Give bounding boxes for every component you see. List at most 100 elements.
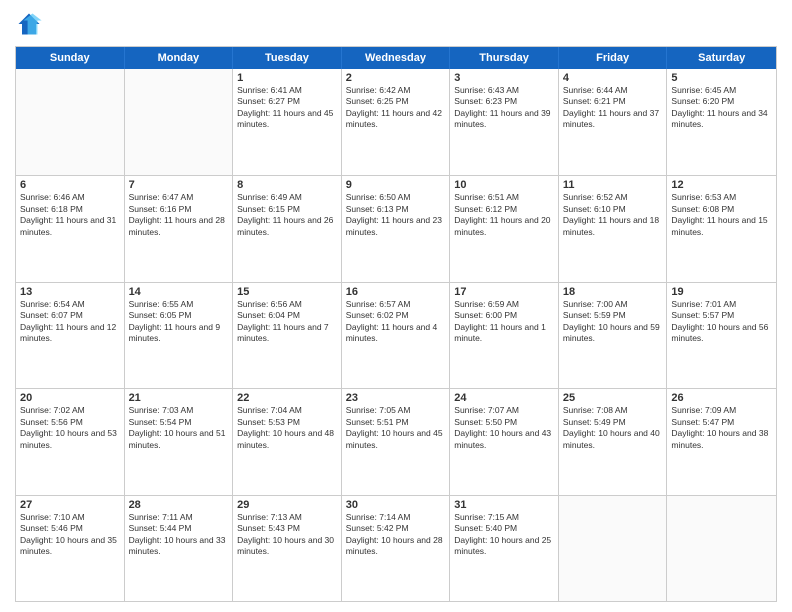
day-number: 25 <box>563 392 663 404</box>
day-number: 10 <box>454 179 554 191</box>
cell-info: Sunrise: 6:51 AM Sunset: 6:12 PM Dayligh… <box>454 192 554 238</box>
calendar-cell: 1Sunrise: 6:41 AM Sunset: 6:27 PM Daylig… <box>233 69 342 175</box>
calendar-row: 20Sunrise: 7:02 AM Sunset: 5:56 PM Dayli… <box>16 388 776 494</box>
day-number: 17 <box>454 286 554 298</box>
calendar-row: 1Sunrise: 6:41 AM Sunset: 6:27 PM Daylig… <box>16 69 776 175</box>
calendar-header: SundayMondayTuesdayWednesdayThursdayFrid… <box>16 47 776 69</box>
day-number: 16 <box>346 286 446 298</box>
day-number: 3 <box>454 72 554 84</box>
cell-info: Sunrise: 7:13 AM Sunset: 5:43 PM Dayligh… <box>237 512 337 558</box>
weekday-header: Saturday <box>667 47 776 69</box>
day-number: 26 <box>671 392 772 404</box>
calendar-cell <box>125 69 234 175</box>
calendar-cell <box>16 69 125 175</box>
calendar-row: 13Sunrise: 6:54 AM Sunset: 6:07 PM Dayli… <box>16 282 776 388</box>
day-number: 4 <box>563 72 663 84</box>
day-number: 21 <box>129 392 229 404</box>
cell-info: Sunrise: 6:59 AM Sunset: 6:00 PM Dayligh… <box>454 299 554 345</box>
day-number: 31 <box>454 499 554 511</box>
day-number: 12 <box>671 179 772 191</box>
cell-info: Sunrise: 6:52 AM Sunset: 6:10 PM Dayligh… <box>563 192 663 238</box>
calendar-cell: 29Sunrise: 7:13 AM Sunset: 5:43 PM Dayli… <box>233 496 342 601</box>
cell-info: Sunrise: 6:47 AM Sunset: 6:16 PM Dayligh… <box>129 192 229 238</box>
calendar-cell: 7Sunrise: 6:47 AM Sunset: 6:16 PM Daylig… <box>125 176 234 281</box>
calendar-cell: 25Sunrise: 7:08 AM Sunset: 5:49 PM Dayli… <box>559 389 668 494</box>
cell-info: Sunrise: 6:49 AM Sunset: 6:15 PM Dayligh… <box>237 192 337 238</box>
calendar-cell: 21Sunrise: 7:03 AM Sunset: 5:54 PM Dayli… <box>125 389 234 494</box>
day-number: 8 <box>237 179 337 191</box>
calendar-cell: 8Sunrise: 6:49 AM Sunset: 6:15 PM Daylig… <box>233 176 342 281</box>
weekday-header: Monday <box>125 47 234 69</box>
cell-info: Sunrise: 7:03 AM Sunset: 5:54 PM Dayligh… <box>129 405 229 451</box>
page: SundayMondayTuesdayWednesdayThursdayFrid… <box>0 0 792 612</box>
cell-info: Sunrise: 6:54 AM Sunset: 6:07 PM Dayligh… <box>20 299 120 345</box>
day-number: 27 <box>20 499 120 511</box>
calendar-cell: 30Sunrise: 7:14 AM Sunset: 5:42 PM Dayli… <box>342 496 451 601</box>
cell-info: Sunrise: 7:02 AM Sunset: 5:56 PM Dayligh… <box>20 405 120 451</box>
day-number: 19 <box>671 286 772 298</box>
calendar-cell: 2Sunrise: 6:42 AM Sunset: 6:25 PM Daylig… <box>342 69 451 175</box>
cell-info: Sunrise: 7:08 AM Sunset: 5:49 PM Dayligh… <box>563 405 663 451</box>
calendar-cell: 10Sunrise: 6:51 AM Sunset: 6:12 PM Dayli… <box>450 176 559 281</box>
calendar-cell: 9Sunrise: 6:50 AM Sunset: 6:13 PM Daylig… <box>342 176 451 281</box>
cell-info: Sunrise: 7:11 AM Sunset: 5:44 PM Dayligh… <box>129 512 229 558</box>
cell-info: Sunrise: 7:10 AM Sunset: 5:46 PM Dayligh… <box>20 512 120 558</box>
day-number: 24 <box>454 392 554 404</box>
calendar-cell: 6Sunrise: 6:46 AM Sunset: 6:18 PM Daylig… <box>16 176 125 281</box>
cell-info: Sunrise: 6:55 AM Sunset: 6:05 PM Dayligh… <box>129 299 229 345</box>
day-number: 18 <box>563 286 663 298</box>
calendar-cell: 17Sunrise: 6:59 AM Sunset: 6:00 PM Dayli… <box>450 283 559 388</box>
cell-info: Sunrise: 7:14 AM Sunset: 5:42 PM Dayligh… <box>346 512 446 558</box>
calendar-cell: 12Sunrise: 6:53 AM Sunset: 6:08 PM Dayli… <box>667 176 776 281</box>
day-number: 7 <box>129 179 229 191</box>
cell-info: Sunrise: 6:57 AM Sunset: 6:02 PM Dayligh… <box>346 299 446 345</box>
cell-info: Sunrise: 7:00 AM Sunset: 5:59 PM Dayligh… <box>563 299 663 345</box>
calendar-cell <box>559 496 668 601</box>
calendar-cell: 24Sunrise: 7:07 AM Sunset: 5:50 PM Dayli… <box>450 389 559 494</box>
cell-info: Sunrise: 7:15 AM Sunset: 5:40 PM Dayligh… <box>454 512 554 558</box>
calendar-cell: 5Sunrise: 6:45 AM Sunset: 6:20 PM Daylig… <box>667 69 776 175</box>
day-number: 22 <box>237 392 337 404</box>
day-number: 6 <box>20 179 120 191</box>
calendar-cell: 20Sunrise: 7:02 AM Sunset: 5:56 PM Dayli… <box>16 389 125 494</box>
cell-info: Sunrise: 6:44 AM Sunset: 6:21 PM Dayligh… <box>563 85 663 131</box>
day-number: 14 <box>129 286 229 298</box>
cell-info: Sunrise: 6:41 AM Sunset: 6:27 PM Dayligh… <box>237 85 337 131</box>
day-number: 11 <box>563 179 663 191</box>
header <box>15 10 777 38</box>
calendar-cell: 23Sunrise: 7:05 AM Sunset: 5:51 PM Dayli… <box>342 389 451 494</box>
day-number: 5 <box>671 72 772 84</box>
calendar-cell: 15Sunrise: 6:56 AM Sunset: 6:04 PM Dayli… <box>233 283 342 388</box>
cell-info: Sunrise: 7:09 AM Sunset: 5:47 PM Dayligh… <box>671 405 772 451</box>
day-number: 1 <box>237 72 337 84</box>
logo <box>15 10 47 38</box>
day-number: 2 <box>346 72 446 84</box>
cell-info: Sunrise: 7:07 AM Sunset: 5:50 PM Dayligh… <box>454 405 554 451</box>
calendar-cell: 11Sunrise: 6:52 AM Sunset: 6:10 PM Dayli… <box>559 176 668 281</box>
calendar-cell: 4Sunrise: 6:44 AM Sunset: 6:21 PM Daylig… <box>559 69 668 175</box>
calendar-cell: 28Sunrise: 7:11 AM Sunset: 5:44 PM Dayli… <box>125 496 234 601</box>
calendar-cell: 27Sunrise: 7:10 AM Sunset: 5:46 PM Dayli… <box>16 496 125 601</box>
calendar-row: 27Sunrise: 7:10 AM Sunset: 5:46 PM Dayli… <box>16 495 776 601</box>
cell-info: Sunrise: 6:56 AM Sunset: 6:04 PM Dayligh… <box>237 299 337 345</box>
calendar-cell: 26Sunrise: 7:09 AM Sunset: 5:47 PM Dayli… <box>667 389 776 494</box>
weekday-header: Tuesday <box>233 47 342 69</box>
cell-info: Sunrise: 6:42 AM Sunset: 6:25 PM Dayligh… <box>346 85 446 131</box>
cell-info: Sunrise: 7:04 AM Sunset: 5:53 PM Dayligh… <box>237 405 337 451</box>
day-number: 28 <box>129 499 229 511</box>
weekday-header: Friday <box>559 47 668 69</box>
calendar-body: 1Sunrise: 6:41 AM Sunset: 6:27 PM Daylig… <box>16 69 776 601</box>
weekday-header: Wednesday <box>342 47 451 69</box>
day-number: 20 <box>20 392 120 404</box>
day-number: 30 <box>346 499 446 511</box>
day-number: 29 <box>237 499 337 511</box>
cell-info: Sunrise: 6:45 AM Sunset: 6:20 PM Dayligh… <box>671 85 772 131</box>
calendar-cell: 31Sunrise: 7:15 AM Sunset: 5:40 PM Dayli… <box>450 496 559 601</box>
weekday-header: Sunday <box>16 47 125 69</box>
calendar-cell <box>667 496 776 601</box>
cell-info: Sunrise: 6:43 AM Sunset: 6:23 PM Dayligh… <box>454 85 554 131</box>
cell-info: Sunrise: 6:46 AM Sunset: 6:18 PM Dayligh… <box>20 192 120 238</box>
calendar-row: 6Sunrise: 6:46 AM Sunset: 6:18 PM Daylig… <box>16 175 776 281</box>
calendar: SundayMondayTuesdayWednesdayThursdayFrid… <box>15 46 777 602</box>
calendar-cell: 22Sunrise: 7:04 AM Sunset: 5:53 PM Dayli… <box>233 389 342 494</box>
